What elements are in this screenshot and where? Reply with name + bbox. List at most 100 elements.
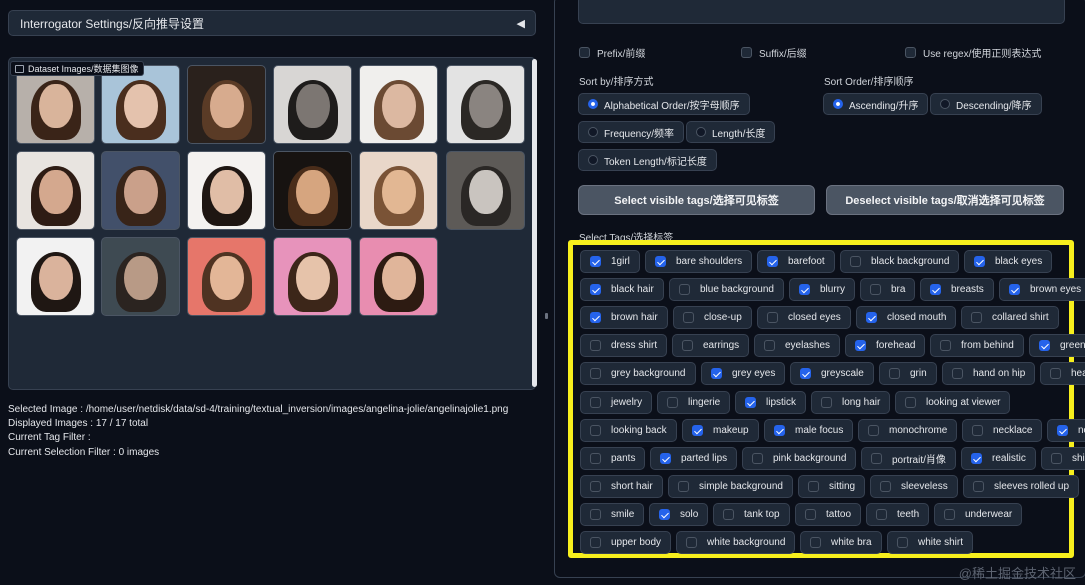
tag-checkbox[interactable]: sitting xyxy=(798,475,866,498)
sort-order-descending-radio[interactable]: Descending/降序 xyxy=(930,93,1042,115)
sort-by-frequency-radio[interactable]: Frequency/频率 xyxy=(578,121,685,143)
dataset-thumbnail[interactable] xyxy=(273,237,352,316)
select-visible-tags-button[interactable]: Select visible tags/选择可见标签 xyxy=(578,185,815,215)
radio-dot-icon[interactable] xyxy=(696,127,706,137)
tag-checkbox[interactable]: collared shirt xyxy=(961,306,1059,329)
unchecked-box-icon[interactable] xyxy=(810,537,821,548)
unchecked-box-icon[interactable] xyxy=(889,368,900,379)
prefix-checkbox[interactable]: Prefix/前缀 xyxy=(579,45,645,60)
unchecked-box-icon[interactable] xyxy=(679,284,690,295)
unchecked-box-icon[interactable] xyxy=(905,397,916,408)
tag-checkbox[interactable]: barefoot xyxy=(757,250,835,273)
dataset-thumbnail[interactable] xyxy=(359,65,438,144)
tag-checkbox[interactable]: lingerie xyxy=(657,391,731,414)
deselect-visible-tags-button[interactable]: Deselect visible tags/取消选择可见标签 xyxy=(826,185,1064,215)
dataset-thumbnail[interactable] xyxy=(16,237,95,316)
unchecked-box-icon[interactable] xyxy=(971,312,982,323)
tag-checkbox[interactable]: earrings xyxy=(672,334,750,357)
checked-box-icon[interactable] xyxy=(971,453,982,464)
checked-box-icon[interactable] xyxy=(866,312,877,323)
sort-by-alphabetical-radio[interactable]: Alphabetical Order/按字母顺序 xyxy=(578,93,750,115)
tag-checkbox[interactable]: nose xyxy=(1047,419,1085,442)
tag-checkbox[interactable]: pants xyxy=(580,447,646,470)
radio-dot-icon[interactable] xyxy=(940,99,950,109)
unchecked-box-icon[interactable] xyxy=(876,509,887,520)
unchecked-box-icon[interactable] xyxy=(686,537,697,548)
suffix-checkbox[interactable]: Suffix/后缀 xyxy=(741,45,807,60)
dataset-thumbnail[interactable] xyxy=(273,151,352,230)
unchecked-box-icon[interactable] xyxy=(1050,368,1061,379)
tag-checkbox[interactable]: tattoo xyxy=(795,503,862,526)
unchecked-box-icon[interactable] xyxy=(590,340,601,351)
unchecked-box-icon[interactable] xyxy=(723,509,734,520)
dataset-thumbnail[interactable] xyxy=(187,65,266,144)
tag-checkbox[interactable]: white bra xyxy=(800,531,882,554)
unchecked-box-icon[interactable] xyxy=(590,537,601,548)
unchecked-box-icon[interactable] xyxy=(590,453,601,464)
tag-checkbox[interactable]: grey eyes xyxy=(701,362,786,385)
dataset-thumbnail[interactable] xyxy=(187,151,266,230)
unchecked-box-icon[interactable] xyxy=(678,481,689,492)
tag-checkbox[interactable]: 1girl xyxy=(580,250,640,273)
checked-box-icon[interactable] xyxy=(711,368,722,379)
checked-box-icon[interactable] xyxy=(1009,284,1020,295)
checked-box-icon[interactable] xyxy=(767,256,778,267)
unchecked-box-icon[interactable] xyxy=(972,425,983,436)
use-regex-checkbox[interactable]: Use regex/使用正则表达式 xyxy=(905,45,1041,60)
tag-checkbox[interactable]: brown eyes xyxy=(999,278,1085,301)
unchecked-box-icon[interactable] xyxy=(1051,453,1062,464)
tag-checkbox[interactable]: blurry xyxy=(789,278,856,301)
checked-box-icon[interactable] xyxy=(655,256,666,267)
dataset-thumbnail[interactable] xyxy=(446,65,525,144)
tag-checkbox[interactable]: tank top xyxy=(713,503,790,526)
tag-checkbox[interactable]: parted lips xyxy=(650,447,738,470)
tag-checkbox[interactable]: pink background xyxy=(742,447,857,470)
dataset-thumbnail[interactable] xyxy=(359,237,438,316)
dataset-thumbnail[interactable] xyxy=(101,65,180,144)
unchecked-box-icon[interactable] xyxy=(973,481,984,492)
tag-checkbox[interactable]: black eyes xyxy=(964,250,1053,273)
interrogator-settings-accordion[interactable]: Interrogator Settings/反向推导设置 ◀ xyxy=(8,10,536,36)
tag-checkbox[interactable]: bare shoulders xyxy=(645,250,753,273)
tag-checkbox[interactable]: closed eyes xyxy=(757,306,851,329)
checked-box-icon[interactable] xyxy=(692,425,703,436)
tag-checkbox[interactable]: long hair xyxy=(811,391,891,414)
checked-box-icon[interactable] xyxy=(774,425,785,436)
tag-checkbox[interactable]: white shirt xyxy=(887,531,974,554)
tag-checkbox[interactable]: looking back xyxy=(580,419,677,442)
unchecked-box-icon[interactable] xyxy=(897,537,908,548)
unchecked-box-icon[interactable] xyxy=(590,368,601,379)
tag-checkbox[interactable]: jewelry xyxy=(580,391,653,414)
sort-by-token-length-radio[interactable]: Token Length/标记长度 xyxy=(578,149,717,171)
unchecked-box-icon[interactable] xyxy=(590,397,601,408)
unchecked-box-icon[interactable] xyxy=(821,397,832,408)
tag-checkbox[interactable]: close-up xyxy=(673,306,752,329)
unchecked-box-icon[interactable] xyxy=(871,453,882,464)
tag-checkbox[interactable]: male focus xyxy=(764,419,854,442)
checked-box-icon[interactable] xyxy=(1057,425,1068,436)
prefix-checkbox-box[interactable] xyxy=(579,47,590,58)
unchecked-box-icon[interactable] xyxy=(952,368,963,379)
tag-checkbox[interactable]: grey background xyxy=(580,362,696,385)
tag-checkbox[interactable]: greyscale xyxy=(790,362,874,385)
checked-box-icon[interactable] xyxy=(855,340,866,351)
tag-checkbox[interactable]: upper body xyxy=(580,531,672,554)
tag-checkbox[interactable]: bra xyxy=(860,278,916,301)
tag-checkbox[interactable]: solo xyxy=(649,503,709,526)
checked-box-icon[interactable] xyxy=(590,284,601,295)
checked-box-icon[interactable] xyxy=(930,284,941,295)
radio-dot-icon[interactable] xyxy=(588,155,598,165)
dataset-thumbnail[interactable] xyxy=(273,65,352,144)
tag-checkbox[interactable]: forehead xyxy=(845,334,926,357)
dataset-thumbnail[interactable] xyxy=(359,151,438,230)
tag-checkbox[interactable]: realistic xyxy=(961,447,1036,470)
dataset-thumbnail[interactable] xyxy=(101,151,180,230)
tag-checkbox[interactable]: hand on hip xyxy=(942,362,1036,385)
checked-box-icon[interactable] xyxy=(590,312,601,323)
unchecked-box-icon[interactable] xyxy=(880,481,891,492)
checked-box-icon[interactable] xyxy=(659,509,670,520)
tag-checkbox[interactable]: sleeves rolled up xyxy=(963,475,1080,498)
radio-dot-icon[interactable] xyxy=(588,127,598,137)
checked-box-icon[interactable] xyxy=(745,397,756,408)
unchecked-box-icon[interactable] xyxy=(683,312,694,323)
